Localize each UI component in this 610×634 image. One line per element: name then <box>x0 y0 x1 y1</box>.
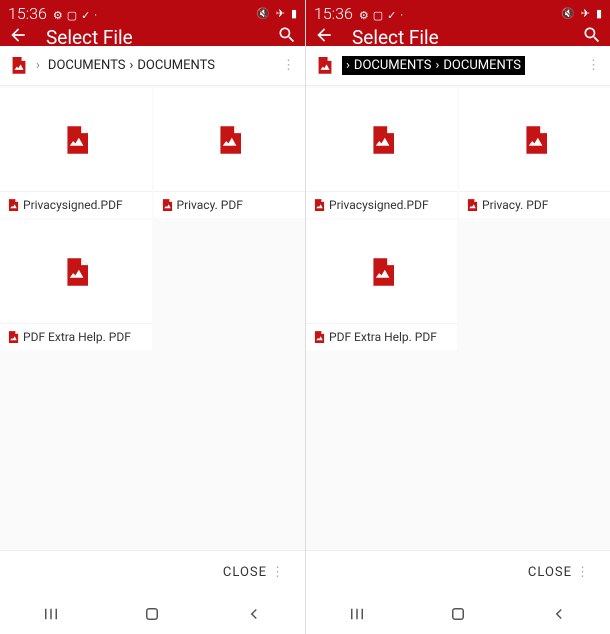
status-left-icons: ⚙ ▢ ✓ · <box>359 4 403 23</box>
check-icon: ✓ <box>387 9 396 22</box>
breadcrumb-seg: DOCUMENTS <box>354 58 432 73</box>
image-icon: ▢ <box>67 9 77 22</box>
file-name: PDF Extra Help. PDF <box>329 330 437 344</box>
more-vert-icon[interactable]: ⋮ <box>282 58 295 73</box>
pdf-icon <box>64 258 88 286</box>
chevron-right-icon: › <box>129 58 133 73</box>
breadcrumb[interactable]: › DOCUMENTS › DOCUMENTS ⋮ <box>306 46 610 86</box>
gear-icon: ⚙ <box>359 9 369 22</box>
pdf-icon <box>316 57 334 75</box>
file-tile[interactable]: Privacysigned.PDF <box>306 88 457 218</box>
nav-recent-icon[interactable] <box>39 602 63 626</box>
statusbar-appbar: 15:36 ⚙ ▢ ✓ · 🔇 ✈ ▮ Select File <box>0 0 305 46</box>
pdf-icon <box>8 199 19 212</box>
airplane-icon: ✈ <box>276 8 285 19</box>
file-name: Privacy. PDF <box>177 198 243 212</box>
file-grid: Privacysigned.PDF Privacy. PDF PDF Extra… <box>0 86 305 550</box>
dot-icon: · <box>400 9 403 22</box>
file-tile[interactable]: PDF Extra Help. PDF <box>306 220 457 350</box>
pdf-icon <box>370 258 394 286</box>
nav-back-icon[interactable] <box>547 602 571 626</box>
file-grid: Privacysigned.PDF Privacy. PDF PDF Extra… <box>306 86 610 550</box>
gear-icon: ⚙ <box>53 9 63 22</box>
status-time: 15:36 <box>314 4 353 23</box>
nav-home-icon[interactable] <box>140 602 164 626</box>
pdf-icon <box>467 199 478 212</box>
nav-back-icon[interactable] <box>242 602 266 626</box>
chevron-right-icon: › <box>346 58 350 73</box>
pdf-icon <box>162 199 173 212</box>
file-tile[interactable]: Privacy. PDF <box>459 88 610 218</box>
breadcrumb-seg: DOCUMENTS <box>443 58 521 73</box>
status-left-icons: ⚙ ▢ ✓ · <box>53 4 97 23</box>
more-vert-icon[interactable]: ⋮ <box>576 565 590 580</box>
pdf-icon <box>314 331 325 344</box>
file-name: Privacysigned.PDF <box>329 198 429 212</box>
breadcrumb-seg: DOCUMENTS <box>137 58 215 73</box>
dot-icon: · <box>94 9 97 22</box>
pdf-icon <box>314 199 325 212</box>
chevron-right-icon: › <box>36 58 40 73</box>
file-name: Privacy. PDF <box>482 198 548 212</box>
nav-recent-icon[interactable] <box>345 602 369 626</box>
back-icon[interactable] <box>314 25 334 49</box>
search-icon[interactable] <box>277 25 297 49</box>
page-title: Select File <box>46 26 133 49</box>
more-vert-icon[interactable]: ⋮ <box>271 565 285 580</box>
mute-icon: 🔇 <box>561 8 575 19</box>
image-icon: ▢ <box>373 9 383 22</box>
android-navbar <box>0 594 305 634</box>
pdf-icon <box>217 126 241 154</box>
android-navbar <box>306 594 610 634</box>
more-vert-icon[interactable]: ⋮ <box>587 58 600 73</box>
battery-icon: ▮ <box>291 8 297 19</box>
nav-home-icon[interactable] <box>446 602 470 626</box>
footer-bar: CLOSE ⋮ <box>0 550 305 594</box>
pdf-icon <box>10 57 28 75</box>
airplane-icon: ✈ <box>581 8 590 19</box>
status-right-icons: 🔇 ✈ ▮ <box>256 8 297 19</box>
file-tile[interactable]: Privacysigned.PDF <box>0 88 152 218</box>
pdf-icon <box>8 331 19 344</box>
pdf-icon <box>523 126 547 154</box>
close-button[interactable]: CLOSE <box>223 565 267 580</box>
chevron-right-icon: › <box>435 58 439 73</box>
back-icon[interactable] <box>8 25 28 49</box>
status-right-icons: 🔇 ✈ ▮ <box>561 8 602 19</box>
footer-bar: CLOSE ⋮ <box>306 550 610 594</box>
mute-icon: 🔇 <box>256 8 270 19</box>
battery-icon: ▮ <box>596 8 602 19</box>
check-icon: ✓ <box>81 9 90 22</box>
file-name: PDF Extra Help. PDF <box>23 330 131 344</box>
pdf-icon <box>370 126 394 154</box>
search-icon[interactable] <box>582 25 602 49</box>
file-tile[interactable]: PDF Extra Help. PDF <box>0 220 152 350</box>
breadcrumb-seg: DOCUMENTS <box>48 58 126 73</box>
file-name: Privacysigned.PDF <box>23 198 123 212</box>
pdf-icon <box>64 126 88 154</box>
page-title: Select File <box>352 26 439 49</box>
breadcrumb[interactable]: › DOCUMENTS › DOCUMENTS ⋮ <box>0 46 305 86</box>
status-time: 15:36 <box>8 4 47 23</box>
statusbar-appbar: 15:36 ⚙ ▢ ✓ · 🔇 ✈ ▮ Select File <box>306 0 610 46</box>
close-button[interactable]: CLOSE <box>528 565 572 580</box>
file-tile[interactable]: Privacy. PDF <box>154 88 306 218</box>
